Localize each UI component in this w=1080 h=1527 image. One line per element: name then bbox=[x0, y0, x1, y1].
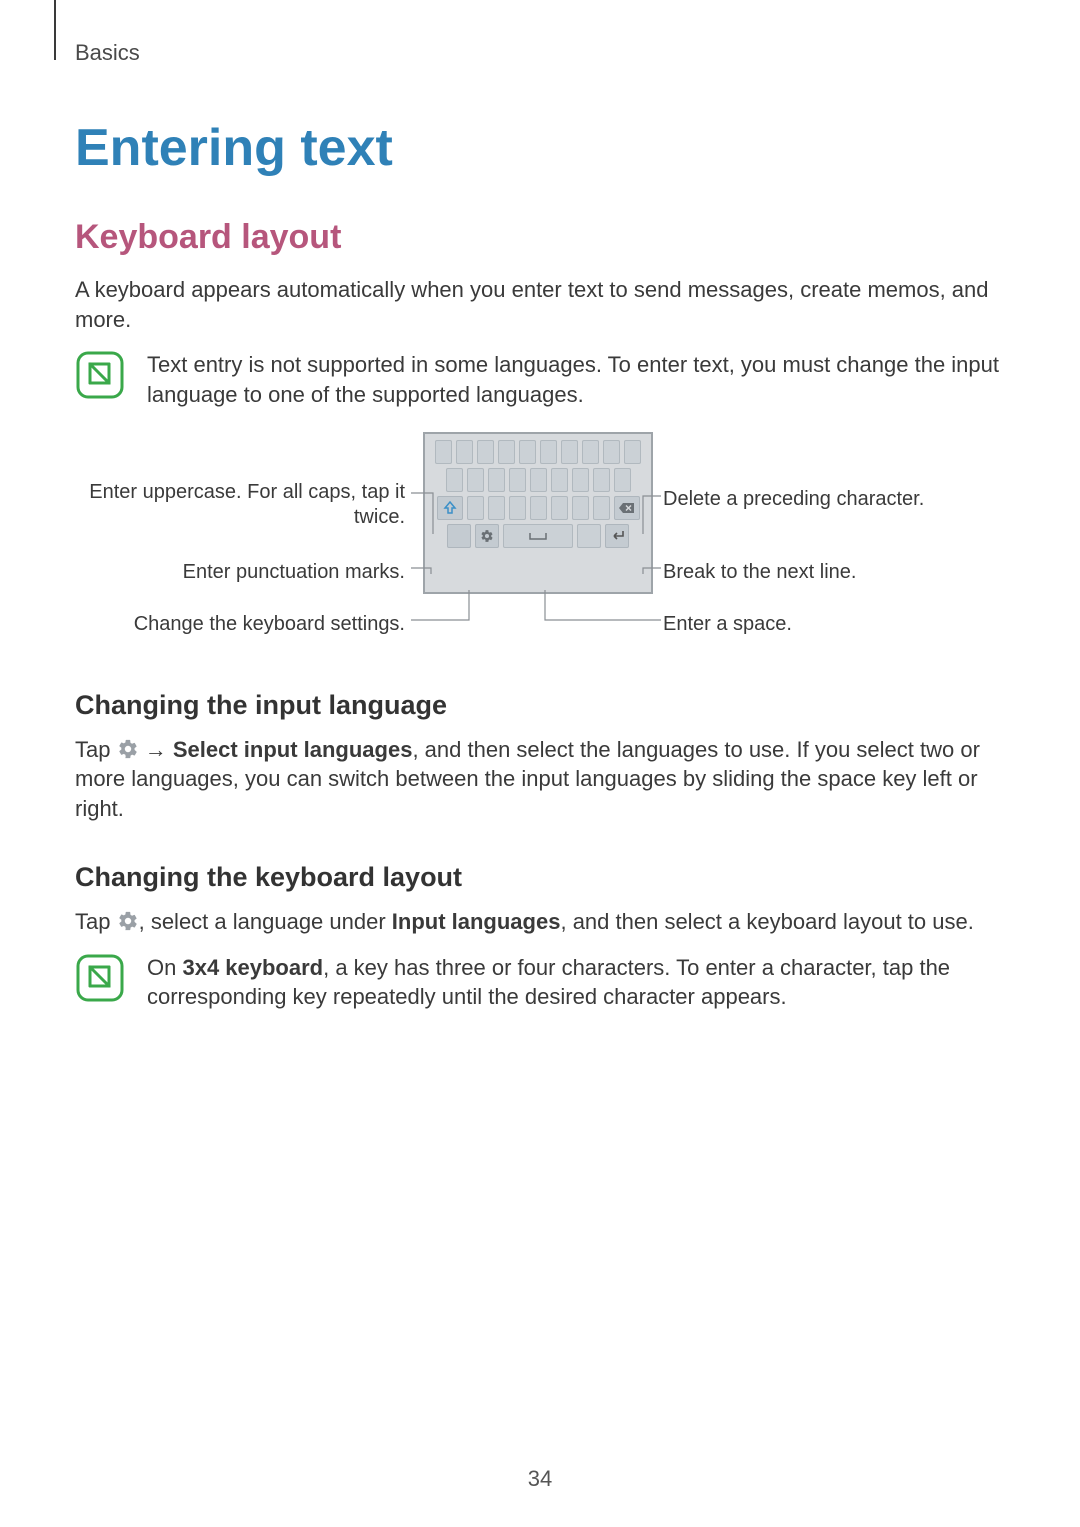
note-3x4-keyboard: On 3x4 keyboard, a key has three or four… bbox=[75, 953, 1005, 1012]
callout-nextline: Break to the next line. bbox=[663, 560, 983, 585]
callout-punctuation: Enter punctuation marks. bbox=[75, 560, 405, 585]
note-icon bbox=[75, 953, 125, 1003]
text-frag: , select a language under bbox=[139, 909, 392, 934]
backspace-key-icon bbox=[614, 496, 640, 520]
text-frag: Tap bbox=[75, 909, 117, 934]
page-title: Entering text bbox=[75, 118, 1005, 178]
text-frag: On bbox=[147, 955, 182, 980]
bold-select-input-languages: Select input languages bbox=[173, 737, 413, 762]
note-icon bbox=[75, 350, 125, 400]
intro-paragraph: A keyboard appears automatically when yo… bbox=[75, 275, 1005, 334]
side-rule bbox=[54, 0, 56, 60]
text-frag: Tap bbox=[75, 737, 117, 762]
callout-settings: Change the keyboard settings. bbox=[75, 612, 405, 637]
gear-icon bbox=[117, 910, 139, 932]
keyboard-illustration bbox=[423, 432, 653, 594]
enter-key-icon bbox=[605, 524, 629, 548]
gear-icon bbox=[117, 738, 139, 760]
breadcrumb: Basics bbox=[75, 40, 1005, 66]
heading-changing-keyboard-layout: Changing the keyboard layout bbox=[75, 862, 1005, 893]
keyboard-diagram: Enter uppercase. For all caps, tap it tw… bbox=[75, 432, 1005, 652]
callout-space: Enter a space. bbox=[663, 612, 983, 637]
text-frag: , and then select a keyboard layout to u… bbox=[560, 909, 973, 934]
callout-delete: Delete a preceding character. bbox=[663, 487, 983, 512]
note-unsupported-languages: Text entry is not supported in some lang… bbox=[75, 350, 1005, 409]
para-changing-keyboard-layout: Tap , select a language under Input lang… bbox=[75, 907, 1005, 937]
note-text: On 3x4 keyboard, a key has three or four… bbox=[147, 953, 1005, 1012]
para-changing-input-language: Tap → Select input languages, and then s… bbox=[75, 735, 1005, 824]
page-number: 34 bbox=[0, 1466, 1080, 1492]
space-key-icon bbox=[503, 524, 573, 548]
section-heading-keyboard-layout: Keyboard layout bbox=[75, 218, 1005, 257]
bold-3x4-keyboard: 3x4 keyboard bbox=[182, 955, 323, 980]
heading-changing-input-language: Changing the input language bbox=[75, 690, 1005, 721]
note-text: Text entry is not supported in some lang… bbox=[147, 350, 1005, 409]
arrow-icon: → bbox=[145, 737, 173, 762]
bold-input-languages: Input languages bbox=[392, 909, 561, 934]
settings-key-icon bbox=[475, 524, 499, 548]
callout-uppercase: Enter uppercase. For all caps, tap it tw… bbox=[75, 480, 405, 530]
shift-key-icon bbox=[437, 496, 463, 520]
